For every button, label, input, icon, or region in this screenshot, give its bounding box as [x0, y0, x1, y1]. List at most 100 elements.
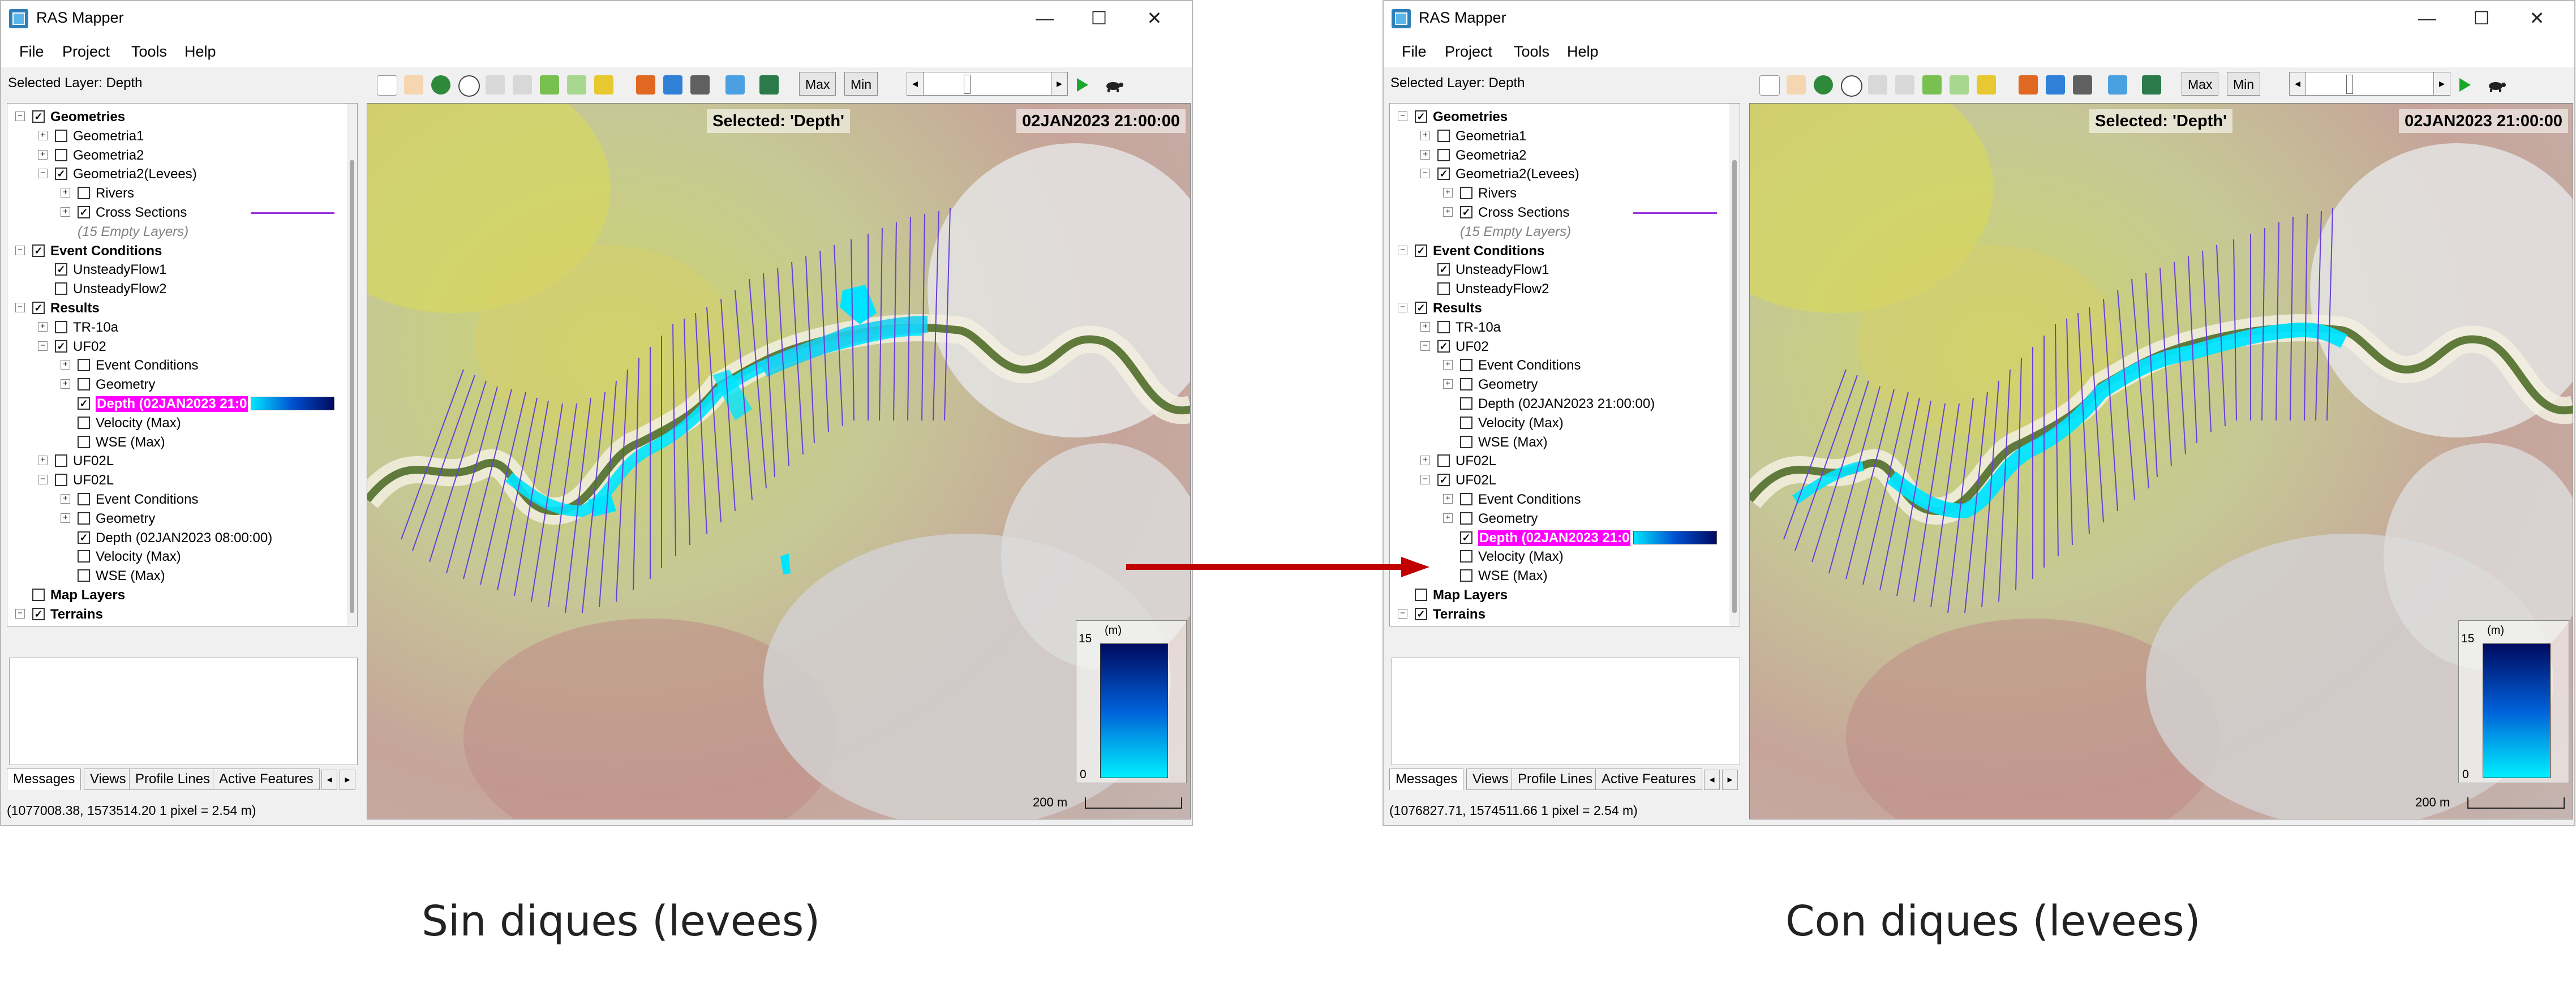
layer-checkbox[interactable]: ✓ — [32, 110, 45, 123]
zoom-icon[interactable] — [458, 75, 480, 97]
layer-tree-item-wse-max[interactable]: WSE (Max) — [7, 432, 347, 452]
pan-hand-icon[interactable] — [404, 75, 423, 95]
layer-checkbox[interactable]: ✓ — [1437, 168, 1450, 181]
maximize-button[interactable]: ☐ — [1076, 5, 1122, 32]
tab-scroll-left-icon[interactable]: ◂ — [1704, 770, 1720, 790]
full-extent-icon[interactable] — [1895, 75, 1914, 95]
expand-icon[interactable]: + — [61, 207, 70, 217]
layer-tree-item-geometry[interactable]: + Geometry — [1390, 509, 1729, 528]
layer-checkbox[interactable]: ✓ — [1437, 263, 1450, 276]
expand-icon[interactable]: + — [38, 130, 48, 140]
layer-tree-item-cross-sections[interactable]: + ✓ Cross Sections — [7, 203, 347, 222]
expand-icon[interactable]: + — [61, 188, 70, 198]
layer-checkbox[interactable] — [55, 454, 67, 467]
layer-tree-item-event-conditions[interactable]: + Event Conditions — [7, 355, 347, 375]
collapse-icon[interactable]: − — [15, 245, 25, 255]
collapse-icon[interactable]: − — [1420, 475, 1430, 485]
layer-checkbox[interactable] — [1460, 435, 1472, 448]
menu-help[interactable]: Help — [1567, 43, 1599, 61]
forward-arrow-icon[interactable] — [1950, 75, 1969, 95]
slider-right-arrow-icon[interactable]: ▸ — [2433, 72, 2450, 95]
layer-checkbox[interactable] — [78, 550, 90, 563]
profile-line-icon[interactable] — [2019, 75, 2038, 95]
play-icon[interactable] — [2456, 75, 2473, 95]
layer-checkbox[interactable]: ✓ — [1460, 531, 1472, 544]
layer-tree-item-uf02l[interactable]: − UF02L — [7, 470, 347, 490]
layer-tree-item-wse-max[interactable]: WSE (Max) — [1390, 432, 1729, 452]
layers-icon[interactable] — [2108, 75, 2127, 95]
map-view[interactable]: Selected: 'Depth' 02JAN2023 21:00:00 (m)… — [1749, 103, 2573, 819]
menu-help[interactable]: Help — [184, 43, 216, 61]
layer-tree-item-geometria2[interactable]: + Geometria2 — [7, 145, 347, 165]
layer-tree-item-velocity-max[interactable]: Velocity (Max) — [1390, 413, 1729, 432]
layer-checkbox[interactable] — [1437, 454, 1450, 467]
max-button[interactable]: Max — [799, 72, 836, 96]
layer-checkbox[interactable] — [78, 569, 90, 582]
tree-scrollbar[interactable] — [347, 104, 357, 626]
close-button[interactable]: ✕ — [2514, 5, 2560, 32]
3d-view-icon[interactable] — [2142, 75, 2161, 95]
layer-checkbox[interactable]: ✓ — [1437, 474, 1450, 487]
slider-left-arrow-icon[interactable]: ◂ — [907, 72, 924, 95]
layer-tree-item-geometries[interactable]: − ✓ Geometries — [7, 107, 347, 126]
menu-file[interactable]: File — [1402, 43, 1427, 61]
raster-icon[interactable] — [663, 75, 682, 95]
maximize-button[interactable]: ☐ — [2459, 5, 2504, 32]
full-extent-icon[interactable] — [513, 75, 532, 95]
menu-file[interactable]: File — [19, 43, 44, 61]
expand-icon[interactable]: + — [1420, 149, 1430, 160]
tab-messages[interactable]: Messages — [7, 769, 81, 790]
layer-checkbox[interactable] — [1460, 493, 1472, 505]
layer-checkbox[interactable] — [55, 129, 67, 142]
layer-checkbox[interactable]: ✓ — [1415, 244, 1427, 257]
layer-tree-item-cross-sections[interactable]: + ✓ Cross Sections — [1390, 203, 1729, 222]
3d-view-icon[interactable] — [759, 75, 779, 95]
tab-active-features[interactable]: Active Features — [213, 769, 320, 790]
profile-line-icon[interactable] — [636, 75, 655, 95]
layer-checkbox[interactable] — [55, 282, 67, 295]
layer-checkbox[interactable] — [1460, 416, 1472, 429]
turtle-icon[interactable] — [2484, 75, 2507, 95]
expand-icon[interactable]: + — [1443, 513, 1453, 523]
layer-checkbox[interactable]: ✓ — [1460, 206, 1472, 218]
expand-icon[interactable]: + — [1443, 360, 1453, 370]
layer-tree-item-velocity-max[interactable]: Velocity (Max) — [1390, 547, 1729, 566]
expand-icon[interactable]: + — [1420, 321, 1430, 332]
layer-tree-item-geometries[interactable]: − ✓ Geometries — [1390, 107, 1729, 126]
zoom-out-icon[interactable] — [1868, 75, 1887, 95]
collapse-icon[interactable]: − — [15, 608, 25, 619]
layer-tree-item-unsteadyflow2[interactable]: UnsteadyFlow2 — [7, 279, 347, 298]
layer-checkbox[interactable]: ✓ — [55, 168, 67, 181]
layer-tree-item-terrain[interactable]: ✓Terrain — [1390, 624, 1729, 626]
collapse-icon[interactable]: − — [15, 111, 25, 121]
layer-tree-item-rivers[interactable]: + Rivers — [1390, 183, 1729, 203]
layer-tree-item-geometria2-levees[interactable]: − ✓ Geometria2(Levees) — [7, 164, 347, 183]
layer-tree-item-terrains[interactable]: − ✓ Terrains — [1390, 604, 1729, 624]
layer-checkbox[interactable]: ✓ — [32, 302, 45, 314]
slider-right-arrow-icon[interactable]: ▸ — [1051, 72, 1067, 95]
collapse-icon[interactable]: − — [38, 475, 48, 485]
close-button[interactable]: ✕ — [1132, 5, 1177, 32]
zoom-icon[interactable] — [1841, 75, 1862, 97]
layer-tree-item-geometria2-levees[interactable]: − ✓ Geometria2(Levees) — [1390, 164, 1729, 183]
layer-tree-item-terrains[interactable]: − ✓ Terrains — [7, 604, 347, 624]
layer-checkbox[interactable]: ✓ — [78, 397, 90, 410]
layer-tree-item-depth-02jan2023-21-0[interactable]: ✓ Depth (02JAN2023 21:0 — [1390, 528, 1729, 547]
layer-checkbox[interactable]: ✓ — [1415, 607, 1427, 620]
layer-tree-item-event-conditions[interactable]: + Event Conditions — [1390, 355, 1729, 375]
layer-tree-item-velocity-max[interactable]: Velocity (Max) — [7, 413, 347, 432]
layer-tree-item-unsteadyflow1[interactable]: ✓ UnsteadyFlow1 — [1390, 260, 1729, 279]
tab-messages[interactable]: Messages — [1389, 769, 1464, 790]
layer-checkbox[interactable] — [78, 416, 90, 429]
max-button[interactable]: Max — [2182, 72, 2219, 96]
layer-checkbox[interactable]: ✓ — [32, 244, 45, 257]
tree-scrollbar[interactable] — [1729, 104, 1740, 626]
layer-checkbox[interactable] — [1460, 359, 1472, 372]
expand-icon[interactable]: + — [1443, 207, 1453, 217]
back-arrow-icon[interactable] — [540, 75, 559, 95]
expand-icon[interactable]: + — [1420, 130, 1430, 140]
collapse-icon[interactable]: − — [1398, 245, 1407, 255]
layer-checkbox[interactable] — [55, 474, 67, 487]
collapse-icon[interactable]: − — [1420, 341, 1430, 351]
layer-checkbox[interactable] — [1460, 569, 1472, 582]
